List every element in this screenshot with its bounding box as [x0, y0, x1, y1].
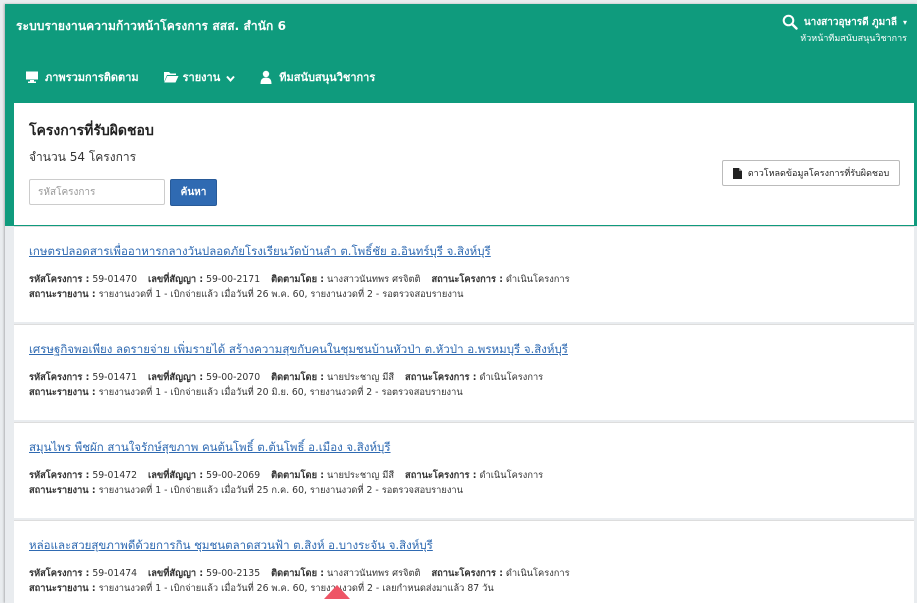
user-icon: [259, 70, 273, 84]
folder-open-icon: [163, 70, 179, 84]
tracked-by: นายประชาญ มีสี: [326, 372, 395, 383]
monitor-icon: [25, 70, 39, 84]
report-meta: สถานะรายงาน : รายงานงวดที่ 1 - เบิกจ่ายแ…: [29, 385, 463, 400]
download-projects-button[interactable]: ดาวโหลดข้อมูลโครงการที่รับผิดชอบ: [722, 160, 900, 186]
nav-item-support-team[interactable]: ทีมสนับสนุนวิชาการ: [259, 68, 375, 86]
nav-item-overview[interactable]: ภาพรวมการติดตาม: [25, 68, 139, 86]
label-contract: เลขที่สัญญา :: [148, 372, 204, 383]
project-code-search-input[interactable]: [29, 179, 165, 205]
user-name[interactable]: นางสาวอุษารดี ภูมาลี: [804, 15, 897, 30]
project-title-link[interactable]: หล่อและสวยสุขภาพดีด้วยการกิน ชุมชนตลาดสว…: [29, 537, 433, 555]
main-nav: ภาพรวมการติดตาม รายงาน ทีมสนับสนุนวิชากา…: [25, 68, 375, 86]
project-card: สมุนไพร พืชผัก สานใจรักษ์สุขภาพ คนต้นโพธ…: [14, 422, 914, 518]
report-meta: สถานะรายงาน : รายงานงวดที่ 1 - เบิกจ่ายแ…: [29, 287, 463, 302]
label-contract: เลขที่สัญญา :: [148, 274, 204, 285]
report-meta: สถานะรายงาน : รายงานงวดที่ 1 - เบิกจ่ายแ…: [29, 581, 494, 596]
pointer-arrow-marker: [324, 585, 350, 599]
project-status: ดำเนินโครงการ: [479, 470, 544, 481]
label-code: รหัสโครงการ :: [29, 274, 90, 285]
project-title-link[interactable]: เกษตรปลอดสารเพื่ออาหารกลางวันปลอดภัยโรงเ…: [29, 243, 491, 261]
report-status: รายงานงวดที่ 1 - เบิกจ่ายแล้ว เมื่อวันที…: [98, 289, 464, 300]
project-code: 59-01470: [92, 274, 138, 285]
report-status: รายงานงวดที่ 1 - เบิกจ่ายแล้ว เมื่อวันที…: [98, 387, 463, 398]
project-code: 59-01472: [92, 470, 138, 481]
project-title-link[interactable]: สมุนไพร พืชผัก สานใจรักษ์สุขภาพ คนต้นโพธ…: [29, 439, 391, 457]
label-tracked-by: ติดตามโดย :: [271, 372, 324, 383]
contract-number: 59-00-2135: [206, 568, 261, 579]
label-contract: เลขที่สัญญา :: [148, 568, 204, 579]
tracked-by: นายประชาญ มีสี: [326, 470, 395, 481]
label-report-status: สถานะรายงาน :: [29, 583, 96, 594]
contract-number: 59-00-2069: [206, 470, 261, 481]
project-code: 59-01474: [92, 568, 138, 579]
user-menu[interactable]: นางสาวอุษารดี ภูมาลี ▾ หัวหน้าทีมสนับสนุ…: [782, 14, 907, 45]
tracked-by: นางสาวนันทพร ศรจิตติ: [326, 568, 421, 579]
report-meta: สถานะรายงาน : รายงานงวดที่ 1 - เบิกจ่ายแ…: [29, 483, 463, 498]
project-card: หล่อและสวยสุขภาพดีด้วยการกิน ชุมชนตลาดสว…: [14, 520, 914, 603]
label-report-status: สถานะรายงาน :: [29, 289, 96, 300]
nav-item-label: ภาพรวมการติดตาม: [45, 71, 139, 84]
file-icon: [732, 167, 742, 179]
project-status: ดำเนินโครงการ: [479, 372, 544, 383]
download-button-label: ดาวโหลดข้อมูลโครงการที่รับผิดชอบ: [747, 169, 890, 179]
report-status: รายงานงวดที่ 1 - เบิกจ่ายแล้ว เมื่อวันที…: [98, 485, 463, 496]
contract-number: 59-00-2171: [206, 274, 261, 285]
label-project-status: สถานะโครงการ :: [431, 568, 503, 579]
label-code: รหัสโครงการ :: [29, 372, 90, 383]
search-button[interactable]: ค้นหา: [170, 179, 217, 206]
nav-item-label: รายงาน: [182, 71, 221, 84]
project-meta: รหัสโครงการ : 59-01470 เลขที่สัญญา : 59-…: [29, 272, 570, 287]
projects-header-panel: โครงการที่รับผิดชอบ จำนวน 54 โครงการ ค้น…: [14, 103, 914, 225]
label-project-status: สถานะโครงการ :: [431, 274, 503, 285]
contract-number: 59-00-2070: [206, 372, 261, 383]
chevron-down-icon: [226, 73, 235, 82]
project-card: เกษตรปลอดสารเพื่ออาหารกลางวันปลอดภัยโรงเ…: [14, 226, 914, 322]
project-list: เกษตรปลอดสารเพื่ออาหารกลางวันปลอดภัยโรงเ…: [14, 226, 914, 603]
search-icon[interactable]: [782, 14, 798, 30]
label-code: รหัสโครงการ :: [29, 470, 90, 481]
caret-down-icon[interactable]: ▾: [903, 18, 907, 27]
project-code: 59-01471: [92, 372, 138, 383]
app-title[interactable]: ระบบรายงานความก้าวหน้าโครงการ สสส. สำนัก…: [16, 17, 286, 36]
nav-item-label: ทีมสนับสนุนวิชาการ: [279, 71, 376, 84]
label-contract: เลขที่สัญญา :: [148, 470, 204, 481]
app-window: ระบบรายงานความก้าวหน้าโครงการ สสส. สำนัก…: [5, 4, 917, 603]
label-report-status: สถานะรายงาน :: [29, 485, 96, 496]
label-tracked-by: ติดตามโดย :: [271, 274, 324, 285]
report-status: รายงานงวดที่ 1 - เบิกจ่ายแล้ว เมื่อวันที…: [98, 583, 494, 594]
label-report-status: สถานะรายงาน :: [29, 387, 96, 398]
tracked-by: นางสาวนันทพร ศรจิตติ: [326, 274, 421, 285]
label-code: รหัสโครงการ :: [29, 568, 90, 579]
project-meta: รหัสโครงการ : 59-01472 เลขที่สัญญา : 59-…: [29, 468, 543, 483]
project-title-link[interactable]: เศรษฐกิจพอเพียง ลดรายจ่าย เพิ่มรายได้ สร…: [29, 341, 568, 359]
project-meta: รหัสโครงการ : 59-01471 เลขที่สัญญา : 59-…: [29, 370, 543, 385]
project-card: เศรษฐกิจพอเพียง ลดรายจ่าย เพิ่มรายได้ สร…: [14, 324, 914, 420]
nav-item-reports[interactable]: รายงาน: [163, 68, 236, 86]
project-meta: รหัสโครงการ : 59-01474 เลขที่สัญญา : 59-…: [29, 566, 570, 581]
label-tracked-by: ติดตามโดย :: [271, 568, 324, 579]
page-title: โครงการที่รับผิดชอบ: [29, 123, 154, 139]
project-status: ดำเนินโครงการ: [505, 274, 570, 285]
project-status: ดำเนินโครงการ: [505, 568, 570, 579]
label-tracked-by: ติดตามโดย :: [271, 470, 324, 481]
user-role: หัวหน้าทีมสนับสนุนวิชาการ: [800, 34, 907, 44]
label-project-status: สถานะโครงการ :: [405, 372, 477, 383]
label-project-status: สถานะโครงการ :: [405, 470, 477, 481]
project-count: จำนวน 54 โครงการ: [29, 150, 137, 164]
